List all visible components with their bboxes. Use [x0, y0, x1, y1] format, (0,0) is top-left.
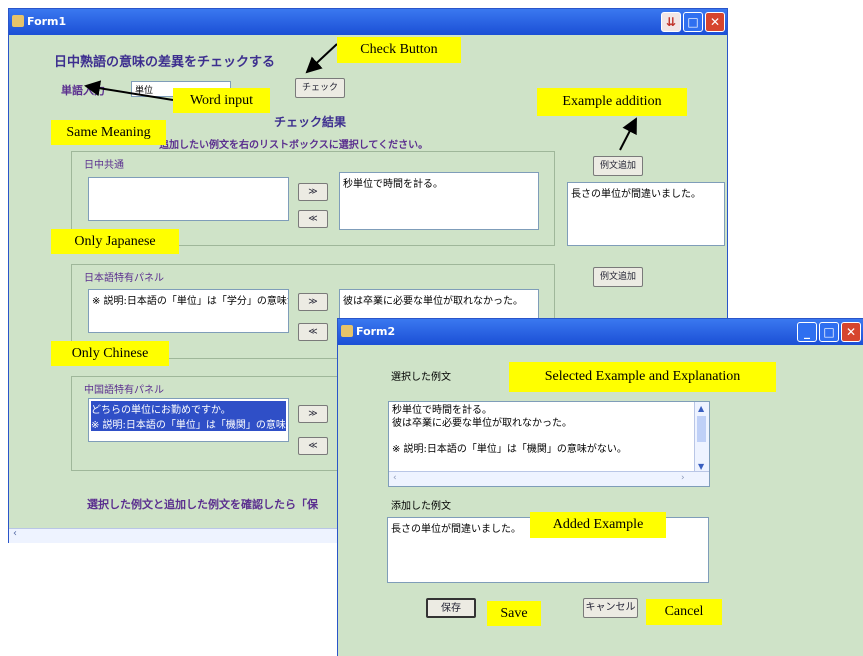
check-button-annotation: Check Button: [337, 37, 461, 63]
list-item[interactable]: ※ 説明:日本語の「単位」は「機関」の意味がない。: [91, 416, 288, 431]
only-chinese-annotation: Only Chinese: [51, 341, 169, 366]
form2-titlebar[interactable]: Form2 _ □ ✕: [338, 319, 863, 345]
maximize-button[interactable]: □: [683, 12, 703, 32]
japanese-left-list[interactable]: ※ 説明:日本語の「単位」は「学分」の意味がある。: [88, 289, 289, 333]
save-annotation: Save: [487, 601, 541, 626]
word-input-label: 単語入力: [61, 84, 105, 97]
scroll-right-icon[interactable]: ›: [681, 472, 685, 485]
list-item[interactable]: どちらの単位にお勤めですか。: [91, 401, 286, 416]
move-left-button[interactable]: ≪: [298, 437, 328, 455]
vertical-scrollbar[interactable]: ▲ ▼: [694, 402, 709, 472]
close-button[interactable]: ✕: [841, 322, 861, 342]
move-right-button[interactable]: ≫: [298, 183, 328, 201]
move-left-button[interactable]: ≪: [298, 210, 328, 228]
japanese-panel-title: 日本語特有パネル: [84, 273, 164, 284]
move-left-button[interactable]: ≪: [298, 323, 328, 341]
maximize-button[interactable]: □: [819, 322, 839, 342]
move-right-button[interactable]: ≫: [298, 405, 328, 423]
app-icon: [12, 15, 24, 27]
common-left-list[interactable]: [88, 177, 289, 221]
scroll-up-icon[interactable]: ▲: [698, 402, 704, 415]
move-right-button[interactable]: ≫: [298, 293, 328, 311]
list-item: ※ 説明:日本語の「単位」は「機関」の意味がない。: [392, 444, 627, 455]
example-addition-annotation: Example addition: [537, 88, 687, 116]
only-japanese-annotation: Only Japanese: [51, 229, 179, 254]
check-button[interactable]: チェック: [295, 78, 345, 98]
selected-explanation-annotation: Selected Example and Explanation: [509, 362, 776, 392]
form1-title: Form1: [27, 15, 67, 28]
close-button[interactable]: ✕: [705, 12, 725, 32]
example-add-button[interactable]: 例文追加: [593, 267, 643, 287]
selected-example-list[interactable]: 秒単位で時間を計る。 彼は卒業に必要な単位が取れなかった。 ※ 説明:日本語の「…: [388, 401, 710, 487]
scrollbar-thumb[interactable]: [697, 416, 706, 442]
chinese-left-list[interactable]: どちらの単位にお勤めですか。 ※ 説明:日本語の「単位」は「機関」の意味がない。: [88, 398, 289, 442]
minimize-button[interactable]: _: [797, 322, 817, 342]
selected-example-label: 選択した例文: [391, 372, 451, 383]
list-item: [392, 430, 706, 443]
added-example-label: 添加した例文: [391, 501, 451, 512]
common-right-list[interactable]: 秒単位で時間を計る。: [339, 172, 539, 230]
common-panel-title: 日中共通: [84, 160, 124, 171]
form1-titlebar[interactable]: Form1 ⇊ □ ✕: [9, 9, 727, 35]
form2-title: Form2: [356, 325, 396, 338]
check-result-label: チェック結果: [274, 115, 347, 129]
cancel-annotation: Cancel: [646, 599, 722, 625]
japanese-right-list[interactable]: 彼は卒業に必要な単位が取れなかった。: [339, 289, 539, 319]
added-example-list[interactable]: 長さの単位が間違いました。: [567, 182, 725, 246]
scroll-left-icon[interactable]: ‹: [13, 528, 17, 539]
priority-icon[interactable]: ⇊: [661, 12, 681, 32]
added-example-annotation: Added Example: [530, 512, 666, 538]
save-button[interactable]: 保存: [426, 598, 476, 618]
cancel-button[interactable]: キャンセル: [583, 598, 638, 618]
horizontal-scrollbar[interactable]: ‹ ›: [389, 471, 709, 486]
same-meaning-annotation: Same Meaning: [51, 120, 166, 145]
chinese-panel-title: 中国語特有パネル: [84, 385, 164, 396]
example-add-button[interactable]: 例文追加: [593, 156, 643, 176]
instruction-text: 追加したい例文を右のリストボックスに選択してください。: [159, 140, 429, 151]
scroll-left-icon[interactable]: ‹: [393, 472, 397, 485]
word-input-annotation: Word input: [173, 88, 270, 113]
app-icon: [341, 325, 353, 337]
list-item: 秒単位で時間を計る。: [392, 405, 492, 416]
footer-instruction: 選択した例文と追加した例文を確認したら「保: [87, 498, 318, 511]
page-title: 日中熟語の意味の差異をチェックする: [54, 55, 276, 70]
list-item: 彼は卒業に必要な単位が取れなかった。: [392, 418, 572, 429]
